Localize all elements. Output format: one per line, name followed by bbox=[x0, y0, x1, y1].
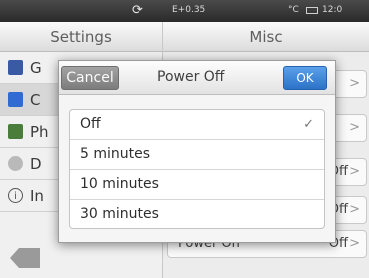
option-label: Off bbox=[80, 116, 101, 132]
chevron-right-icon: > bbox=[349, 76, 360, 91]
sidebar-item-label: Ph bbox=[30, 123, 49, 141]
option-label: 5 minutes bbox=[80, 146, 151, 162]
settings-title: Settings bbox=[0, 22, 162, 52]
sidebar-item-label: G bbox=[30, 59, 42, 77]
chevron-right-icon: > bbox=[349, 202, 360, 217]
camera-icon bbox=[8, 92, 23, 107]
refresh-icon[interactable]: ⟳ bbox=[132, 3, 143, 18]
status-bar: ⟳ E+0.35 °C 12:0 bbox=[0, 0, 369, 22]
dialog-toolbar: Cancel Power Off OK bbox=[59, 61, 335, 95]
option-5-minutes[interactable]: 5 minutes bbox=[70, 140, 324, 170]
chevron-right-icon: > bbox=[349, 164, 360, 179]
back-arrow-icon[interactable] bbox=[10, 248, 40, 268]
cancel-button[interactable]: Cancel bbox=[61, 66, 119, 90]
power-off-options: Off ✓ 5 minutes 10 minutes 30 minutes bbox=[69, 109, 325, 229]
clock: 12:0 bbox=[322, 5, 343, 15]
general-icon bbox=[8, 60, 23, 75]
chevron-right-icon: > bbox=[349, 236, 360, 251]
temperature-readout: °C bbox=[288, 5, 299, 15]
power-off-dialog: Cancel Power Off OK Off ✓ 5 minutes 10 m… bbox=[58, 60, 336, 243]
signal-readout: E+0.35 bbox=[172, 5, 206, 15]
battery-icon bbox=[306, 7, 318, 14]
misc-title: Misc bbox=[163, 22, 369, 52]
option-30-minutes[interactable]: 30 minutes bbox=[70, 200, 324, 228]
checkmark-icon: ✓ bbox=[303, 117, 314, 132]
photo-icon bbox=[8, 124, 23, 139]
sidebar-item-label: D bbox=[30, 155, 42, 173]
display-icon bbox=[8, 156, 23, 171]
sidebar-item-label: C bbox=[30, 91, 41, 109]
option-off[interactable]: Off ✓ bbox=[70, 110, 324, 140]
info-icon: i bbox=[8, 188, 23, 203]
option-10-minutes[interactable]: 10 minutes bbox=[70, 170, 324, 200]
option-label: 30 minutes bbox=[80, 206, 159, 222]
chevron-right-icon: > bbox=[349, 120, 360, 135]
sidebar-item-label: In bbox=[30, 187, 44, 205]
ok-button[interactable]: OK bbox=[283, 66, 327, 90]
option-label: 10 minutes bbox=[80, 176, 159, 192]
dialog-title: Power Off bbox=[157, 69, 225, 85]
